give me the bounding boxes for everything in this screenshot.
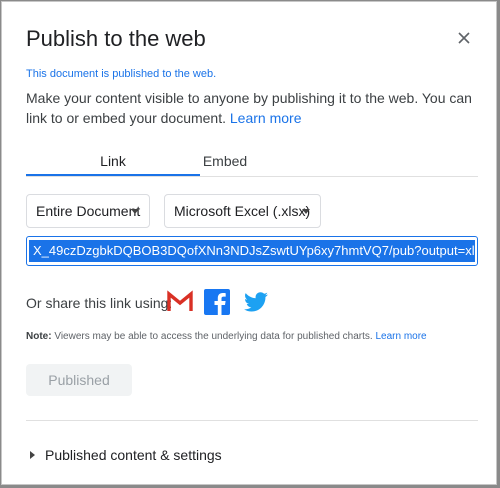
format-dropdown[interactable]: Microsoft Excel (.xlsx) [164, 194, 321, 228]
note: Note: Viewers may be able to access the … [26, 330, 427, 343]
tab-divider [26, 176, 478, 177]
chevron-right-icon [30, 451, 35, 459]
learn-more-link[interactable]: Learn more [230, 110, 302, 126]
description: Make your content visible to anyone by p… [26, 88, 476, 128]
dialog-title: Publish to the web [26, 26, 206, 51]
published-button[interactable]: Published [26, 364, 132, 396]
chevron-down-icon [131, 209, 139, 214]
note-prefix: Note: [26, 331, 52, 342]
twitter-icon[interactable] [242, 289, 270, 315]
scope-dropdown-label: Entire Document [36, 203, 141, 219]
facebook-icon[interactable] [203, 289, 231, 315]
share-label: Or share this link using: [26, 295, 173, 311]
publish-url-text[interactable]: X_49czDzgbkDQBOB3DQofXNn3NDJsZswtUYp6xy7… [29, 240, 477, 262]
active-tab-indicator [26, 174, 200, 176]
note-learn-more-link[interactable]: Learn more [375, 331, 426, 342]
chevron-down-icon [302, 209, 310, 214]
note-text: Viewers may be able to access the underl… [54, 331, 373, 342]
scope-dropdown[interactable]: Entire Document [26, 194, 150, 228]
gmail-icon[interactable] [166, 289, 194, 315]
expander-label: Published content & settings [45, 447, 222, 463]
publish-status: This document is published to the web. [26, 68, 217, 80]
publish-url-field[interactable]: X_49czDzgbkDQBOB3DQofXNn3NDJsZswtUYp6xy7… [26, 236, 478, 266]
published-settings-expander[interactable]: Published content & settings [30, 446, 222, 464]
tab-link[interactable]: Link [26, 150, 200, 174]
format-dropdown-label: Microsoft Excel (.xlsx) [174, 203, 311, 219]
publish-dialog: Publish to the web This document is publ… [1, 1, 497, 485]
tab-embed[interactable]: Embed [200, 150, 250, 174]
close-icon[interactable] [454, 28, 474, 48]
section-divider [26, 420, 478, 421]
